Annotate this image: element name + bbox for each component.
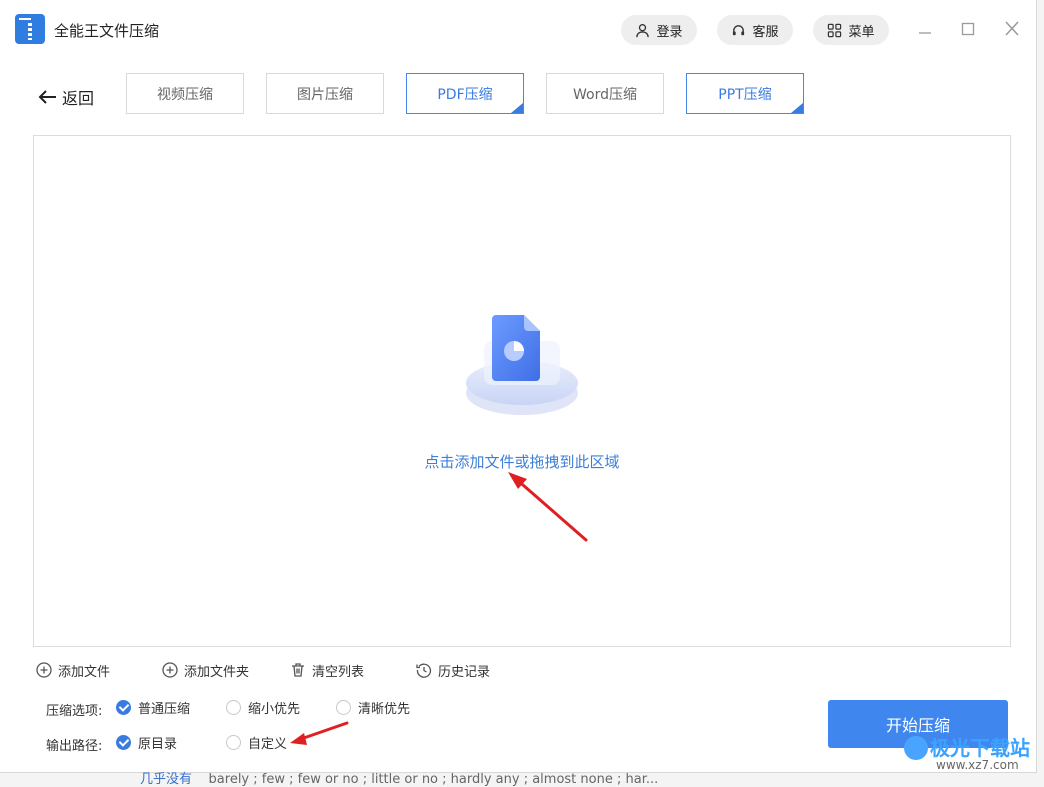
maximize-icon — [961, 22, 975, 36]
tab-label: Word压缩 — [573, 86, 637, 103]
history-button[interactable]: 历史记录 — [416, 660, 490, 680]
headset-icon — [733, 24, 745, 35]
user-icon — [636, 23, 650, 37]
tab-ppt-compress[interactable]: PPT压缩 — [686, 73, 804, 114]
radio-normal-compress[interactable]: 普通压缩 — [116, 697, 190, 717]
back-label: 返回 — [62, 89, 95, 108]
login-button[interactable]: 登录 — [621, 15, 697, 45]
tab-label: PDF压缩 — [437, 86, 493, 103]
tab-pdf-compress[interactable]: PDF压缩 — [406, 73, 524, 114]
radio-circle-icon — [226, 699, 241, 715]
menu-label: 菜单 — [848, 24, 875, 40]
close-button[interactable] — [1001, 18, 1023, 40]
radio-label: 缩小优先 — [248, 701, 301, 717]
radio-label: 普通压缩 — [138, 701, 191, 717]
menu-button[interactable]: 菜单 — [813, 15, 889, 45]
watermark-text: 极光下载站 — [930, 736, 1030, 760]
radio-custom-dir[interactable]: 自定义 — [226, 732, 287, 752]
add-file-button[interactable]: 添加文件 — [36, 660, 110, 680]
check-icon — [116, 734, 131, 750]
grid-icon — [828, 23, 842, 37]
clear-list-button[interactable]: 清空列表 — [290, 660, 364, 680]
plus-circle-icon — [162, 662, 178, 678]
radio-original-dir[interactable]: 原目录 — [116, 732, 177, 752]
clear-list-label: 清空列表 — [312, 664, 365, 680]
tab-video-compress[interactable]: 视频压缩 — [126, 73, 244, 114]
tab-label: PPT压缩 — [718, 86, 772, 103]
close-icon — [1005, 21, 1019, 36]
login-label: 登录 — [656, 24, 683, 40]
output-path-label: 输出路径: — [46, 739, 103, 754]
radio-size-priority[interactable]: 缩小优先 — [226, 697, 300, 717]
file-upload-icon — [466, 315, 578, 415]
tab-word-compress[interactable]: Word压缩 — [546, 73, 664, 114]
app-window: 全能王文件压缩 登录 客服 菜单 返回 视频压缩 图片压缩 PDF压缩 Word… — [0, 0, 1037, 773]
radio-label: 自定义 — [248, 736, 288, 752]
file-drop-zone[interactable]: 点击添加文件或拖拽到此区域 — [33, 135, 1011, 647]
drop-zone-hint[interactable]: 点击添加文件或拖拽到此区域 — [34, 451, 1010, 472]
maximize-button[interactable] — [957, 18, 979, 40]
radio-circle-icon — [336, 699, 351, 715]
background-window-text: 几乎没有 barely ; few ; few or no ; little o… — [140, 768, 658, 787]
plus-circle-icon — [36, 662, 52, 678]
watermark-url: www.xz7.com — [936, 758, 1019, 772]
service-label: 客服 — [752, 24, 779, 40]
add-folder-label: 添加文件夹 — [184, 664, 250, 680]
radio-label: 清晰优先 — [358, 701, 411, 717]
back-button[interactable]: 返回 — [38, 85, 94, 109]
title-bar: 全能王文件压缩 登录 客服 菜单 — [0, 0, 1036, 58]
add-file-label: 添加文件 — [58, 664, 111, 680]
watermark-logo-icon — [904, 736, 928, 760]
watermark: 极光下载站 www.xz7.com — [900, 728, 1040, 778]
trash-icon — [292, 663, 304, 677]
minimize-button[interactable] — [914, 18, 936, 40]
compress-options-label: 压缩选项: — [46, 704, 103, 719]
radio-clarity-priority[interactable]: 清晰优先 — [336, 697, 410, 717]
app-title: 全能王文件压缩 — [54, 22, 160, 40]
radio-circle-icon — [226, 734, 241, 750]
tab-image-compress[interactable]: 图片压缩 — [266, 73, 384, 114]
check-icon — [116, 699, 131, 715]
history-label: 历史记录 — [438, 664, 491, 680]
radio-label: 原目录 — [138, 736, 178, 752]
service-button[interactable]: 客服 — [717, 15, 793, 45]
tab-label: 图片压缩 — [297, 86, 353, 103]
minimize-icon — [919, 32, 931, 34]
history-icon — [416, 663, 432, 678]
arrow-left-icon — [38, 90, 56, 104]
add-folder-button[interactable]: 添加文件夹 — [162, 660, 249, 680]
tab-label: 视频压缩 — [157, 86, 213, 103]
app-logo-icon — [15, 14, 45, 44]
